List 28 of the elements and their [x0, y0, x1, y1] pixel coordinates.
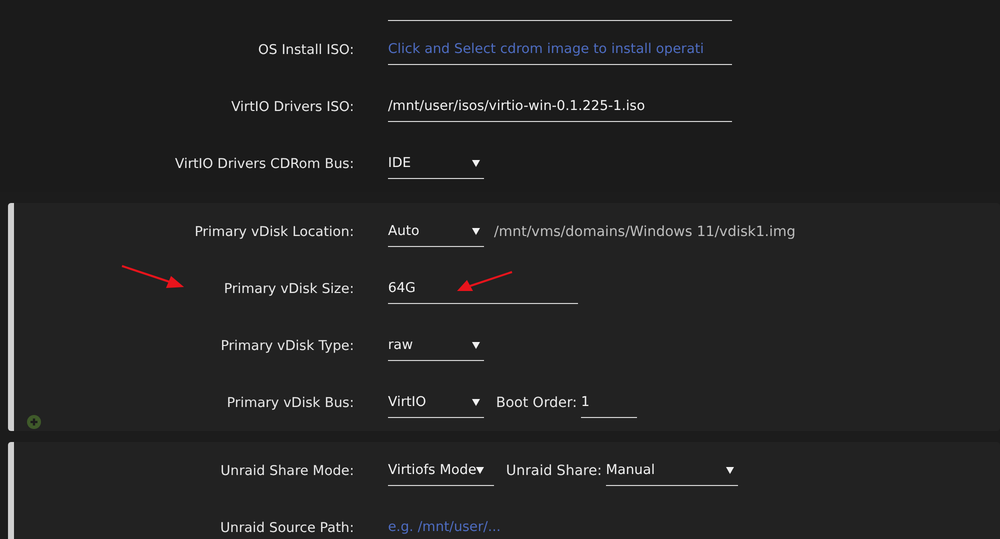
- caret-icon: [472, 342, 480, 348]
- select-dropdown[interactable]: Virtiofs Mode: [388, 456, 494, 486]
- field-label: Primary vDisk Type:: [220, 338, 354, 354]
- caret-icon: [476, 466, 484, 474]
- annotation-arrow: [122, 265, 184, 288]
- disk-path: /mnt/vms/domains/Windows 11/vdisk1.img: [494, 224, 796, 240]
- field-label: Unraid Share:: [506, 462, 602, 478]
- field-label: VirtIO Drivers ISO:: [231, 98, 354, 114]
- select-dropdown[interactable]: Auto: [388, 216, 484, 246]
- field-label: Unraid Share Mode:: [220, 462, 354, 478]
- field-label: Primary vDisk Size:: [224, 280, 354, 296]
- select-dropdown[interactable]: VirtIO: [388, 388, 484, 418]
- caret-icon: [726, 466, 734, 474]
- field-label: Primary vDisk Location:: [194, 224, 354, 240]
- annotation-arrow: [457, 271, 512, 291]
- field-label: OS Install ISO:: [258, 42, 354, 58]
- field-label: VirtIO Drivers CDRom Bus:: [175, 156, 354, 172]
- field-label: Primary vDisk Bus:: [226, 394, 354, 410]
- caret-icon: [472, 228, 480, 234]
- select-dropdown[interactable]: raw: [388, 330, 484, 360]
- field-label: Boot Order:: [496, 394, 577, 410]
- input-field[interactable]: /mnt/user/isos/virtio-win-0.1.225-1.iso: [388, 92, 732, 122]
- input-field[interactable]: 1: [580, 388, 637, 418]
- field-label: Unraid Source Path:: [220, 520, 354, 536]
- caret-icon: [472, 160, 480, 166]
- select-dropdown[interactable]: IDE: [388, 148, 484, 178]
- select-dropdown[interactable]: Manual: [606, 456, 738, 486]
- caret-icon: [472, 398, 480, 406]
